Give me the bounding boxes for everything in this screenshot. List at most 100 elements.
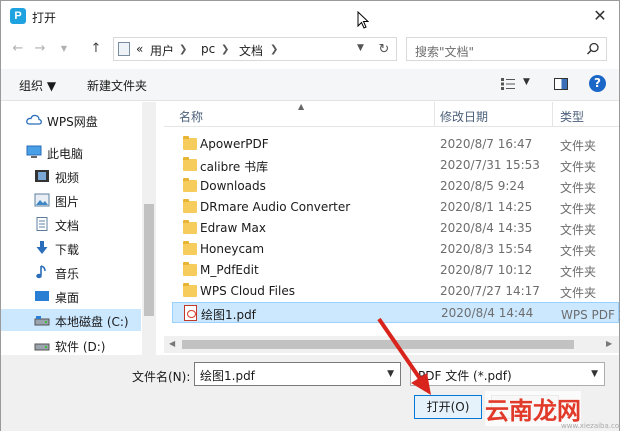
file-name: DRmare Audio Converter bbox=[200, 200, 351, 214]
address-dropdown-icon[interactable]: ▼ bbox=[357, 43, 364, 53]
title-bar: P 打开 ✕ bbox=[1, 1, 619, 32]
file-type: 文件夹 bbox=[560, 181, 597, 195]
drive-icon bbox=[34, 343, 50, 351]
close-button[interactable]: ✕ bbox=[589, 5, 611, 27]
file-date: 2020/8/3 15:54 bbox=[440, 242, 533, 256]
file-name: calibre 书库 bbox=[200, 160, 269, 174]
folder-icon bbox=[183, 199, 197, 213]
nav-item-music[interactable]: 音乐 bbox=[1, 261, 141, 283]
column-divider[interactable] bbox=[434, 102, 435, 127]
file-date: 2020/8/4 14:35 bbox=[440, 221, 533, 235]
nav-label: 本地磁盘 (C:) bbox=[55, 315, 129, 329]
column-divider[interactable] bbox=[552, 102, 553, 127]
breadcrumb-separator-icon[interactable]: ❯ bbox=[179, 44, 187, 55]
file-type: WPS PDF 文 bbox=[561, 308, 620, 322]
breadcrumb-separator-icon[interactable]: ❯ bbox=[221, 44, 229, 55]
nav-item-videos[interactable]: 视频 bbox=[1, 165, 141, 187]
preview-pane-icon[interactable] bbox=[554, 78, 568, 90]
column-date-header[interactable]: 修改日期 bbox=[440, 108, 488, 125]
navigation-pane: WPS网盘 此电脑 视频 图片 文档 下载 音乐 桌面 本地磁盘 (C:) 软件… bbox=[1, 102, 157, 355]
breadcrumb-pc[interactable]: pc bbox=[201, 42, 215, 56]
watermark-logo: 云南龙网 bbox=[485, 391, 581, 426]
refresh-icon[interactable]: ↻ bbox=[375, 41, 393, 59]
view-options-chevron-icon[interactable]: ▼ bbox=[523, 77, 530, 87]
new-folder-button[interactable]: 新建文件夹 bbox=[87, 77, 147, 94]
file-type: 文件夹 bbox=[560, 286, 597, 300]
file-date: 2020/8/1 14:25 bbox=[440, 200, 533, 214]
annotation-arrow-icon bbox=[377, 317, 431, 395]
nav-item-downloads[interactable]: 下载 bbox=[1, 237, 141, 259]
recent-locations-chevron-icon[interactable]: ▼ bbox=[55, 40, 73, 58]
file-type: 文件夹 bbox=[560, 265, 597, 279]
file-row-m-pdfedit[interactable]: M_PdfEdit 2020/8/7 10:12 文件夹 bbox=[172, 260, 619, 281]
desktop-icon bbox=[35, 291, 49, 301]
command-bar: 组织 ▼ 新建文件夹 ▼ ? bbox=[1, 69, 619, 101]
file-row-calibre[interactable]: calibre 书库 2020/7/31 15:53 文件夹 bbox=[172, 155, 619, 176]
nav-item-this-pc[interactable]: 此电脑 bbox=[1, 141, 141, 163]
filename-label: 文件名(N): bbox=[132, 370, 191, 384]
back-arrow-icon[interactable]: ← bbox=[9, 40, 27, 58]
file-name: Honeycam bbox=[200, 242, 265, 256]
nav-item-local-disk-c[interactable]: 本地磁盘 (C:) bbox=[1, 309, 141, 331]
column-name-header[interactable]: 名称 bbox=[179, 108, 203, 125]
nav-item-pictures[interactable]: 图片 bbox=[1, 189, 141, 211]
file-type: 文件夹 bbox=[560, 244, 597, 258]
nav-item-software-d[interactable]: 软件 (D:) bbox=[1, 334, 141, 356]
file-name: 绘图1.pdf bbox=[201, 308, 256, 322]
folder-icon bbox=[183, 157, 197, 171]
nav-item-documents[interactable]: 文档 bbox=[1, 213, 141, 235]
file-row-edraw-max[interactable]: Edraw Max 2020/8/4 14:35 文件夹 bbox=[172, 218, 619, 239]
file-row-downloads[interactable]: Downloads 2020/8/5 9:24 文件夹 bbox=[172, 176, 619, 197]
wps-pdf-app-icon: P bbox=[10, 8, 26, 24]
nav-item-desktop[interactable]: 桌面 bbox=[1, 285, 141, 307]
nav-item-wps-cloud[interactable]: WPS网盘 bbox=[1, 109, 141, 131]
video-icon bbox=[35, 170, 49, 182]
column-type-header[interactable]: 类型 bbox=[560, 108, 584, 125]
filename-input[interactable]: 绘图1.pdf ▼ bbox=[194, 362, 401, 386]
file-date: 2020/8/4 14:44 bbox=[441, 306, 534, 320]
file-row-honeycam[interactable]: Honeycam 2020/8/3 15:54 文件夹 bbox=[172, 239, 619, 260]
music-icon bbox=[36, 265, 46, 279]
nav-scrollbar[interactable] bbox=[142, 102, 156, 355]
picture-icon bbox=[34, 193, 50, 207]
up-arrow-icon[interactable]: ↑ bbox=[87, 40, 105, 58]
nav-label: 视频 bbox=[55, 171, 80, 185]
nav-label: 文档 bbox=[55, 219, 80, 233]
cloud-icon bbox=[26, 114, 42, 125]
computer-icon bbox=[26, 145, 42, 158]
file-row-apowerpdf[interactable]: ApowerPDF 2020/8/7 16:47 文件夹 bbox=[172, 134, 619, 155]
nav-label: WPS网盘 bbox=[47, 115, 98, 129]
scroll-left-icon[interactable]: ◀ bbox=[169, 339, 175, 348]
file-date: 2020/8/7 10:12 bbox=[440, 263, 533, 277]
search-icon bbox=[586, 42, 599, 55]
scroll-right-icon[interactable]: ▶ bbox=[606, 339, 612, 348]
file-name: M_PdfEdit bbox=[200, 263, 259, 277]
file-name: Edraw Max bbox=[200, 221, 266, 235]
nav-scrollbar-thumb[interactable] bbox=[144, 204, 154, 316]
open-file-dialog: P 打开 ✕ ← → ▼ ↑ « 用户 ❯ pc ❯ 文档 ❯ ▼ ↻ 搜索"文… bbox=[0, 0, 620, 431]
drive-icon bbox=[34, 316, 50, 326]
breadcrumb-documents[interactable]: 文档 bbox=[239, 42, 263, 59]
filename-value: 绘图1.pdf bbox=[200, 369, 255, 383]
folder-icon bbox=[183, 220, 197, 234]
folder-icon bbox=[183, 262, 197, 276]
help-icon[interactable]: ? bbox=[589, 75, 606, 92]
filetype-dropdown-icon[interactable]: ▼ bbox=[591, 369, 598, 379]
address-bar[interactable]: « 用户 ❯ pc ❯ 文档 ❯ ▼ ↻ bbox=[113, 37, 397, 61]
file-row-drmare[interactable]: DRmare Audio Converter 2020/8/1 14:25 文件… bbox=[172, 197, 619, 218]
nav-label: 图片 bbox=[55, 195, 80, 209]
view-options-icon[interactable] bbox=[501, 78, 515, 90]
file-name: WPS Cloud Files bbox=[200, 284, 295, 298]
file-date: 2020/7/27 14:17 bbox=[440, 284, 540, 298]
search-input[interactable]: 搜索"文档" bbox=[406, 37, 607, 61]
mouse-cursor-icon bbox=[357, 11, 369, 29]
path-overflow[interactable]: « bbox=[136, 42, 143, 56]
breadcrumb-separator-icon[interactable]: ❯ bbox=[270, 44, 278, 55]
folder-icon bbox=[183, 283, 197, 297]
forward-arrow-icon[interactable]: → bbox=[31, 40, 49, 58]
pdf-file-icon bbox=[184, 305, 197, 321]
breadcrumb-users[interactable]: 用户 bbox=[150, 42, 174, 59]
file-row-wps-cloud-files[interactable]: WPS Cloud Files 2020/7/27 14:17 文件夹 bbox=[172, 281, 619, 302]
column-header-row: ▲ 名称 修改日期 类型 bbox=[164, 102, 619, 127]
organize-menu-button[interactable]: 组织 ▼ bbox=[19, 77, 56, 94]
